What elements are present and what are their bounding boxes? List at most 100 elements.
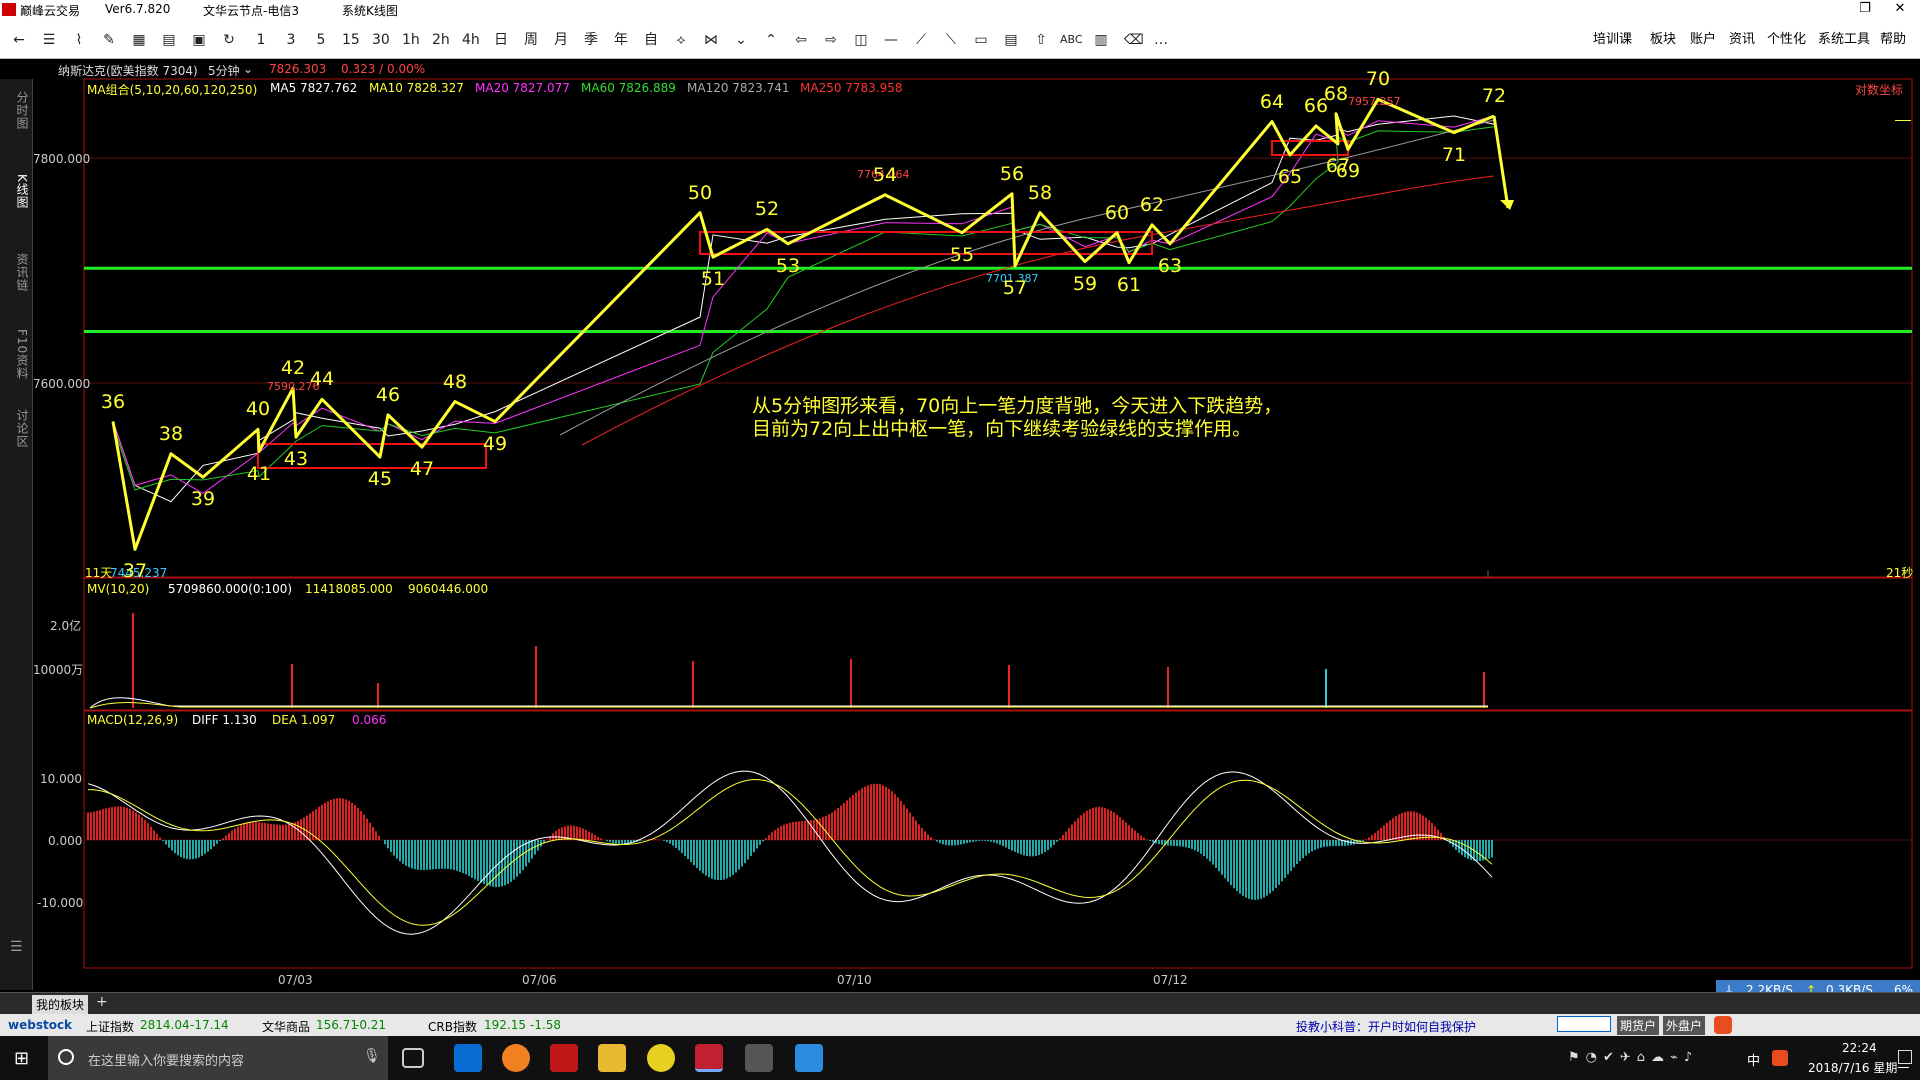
wave-label-55: 55 [949, 243, 975, 266]
ma10-label: MA10 7828.327 [369, 81, 464, 95]
add-tab-button[interactable]: + [96, 994, 108, 1010]
wave-label-69: 69 [1335, 160, 1361, 183]
ma5-label: MA5 7827.762 [270, 81, 358, 95]
wave-label-59: 59 [1072, 272, 1098, 295]
mark-7957: 7957.257 [1348, 95, 1401, 108]
sogou-ime-icon[interactable] [1714, 1016, 1732, 1034]
calculator-icon[interactable] [745, 1044, 773, 1072]
ma20-label: MA20 7827.077 [475, 81, 570, 95]
notice-text[interactable]: 投教小科普：开户时如何自我保护 [1296, 1018, 1476, 1035]
search-placeholder: 在这里输入你要搜索的内容 [88, 1054, 245, 1069]
volume-ma20-line [89, 701, 1488, 709]
index-value-2: 192.15 [484, 1018, 526, 1032]
ma-marker-dash [1895, 120, 1911, 121]
wave-label-47: 47 [409, 458, 435, 481]
windows-start-icon[interactable]: ⊞ [14, 1050, 32, 1068]
wave-label-61: 61 [1116, 273, 1142, 296]
date-tick-0712: 07/12 [1153, 973, 1188, 987]
wave-label-36: 36 [100, 390, 126, 413]
ime-indicator[interactable]: 中 [1747, 1050, 1760, 1069]
index-value-1: 156.71 [316, 1018, 358, 1032]
microphone-icon[interactable]: 🎙 [363, 1048, 381, 1064]
secs-label: 21秒 [1886, 566, 1914, 580]
wave-label-41: 41 [246, 462, 272, 485]
clock-time[interactable]: 22:24 [1842, 1041, 1877, 1055]
wave-label-49: 49 [482, 432, 508, 455]
trading-app-icon[interactable] [695, 1044, 723, 1072]
date-tick-0710: 07/10 [837, 973, 872, 987]
volume-tick-1e8: 10000万 [33, 663, 84, 677]
bottom-tabs: 我的板块 + [0, 992, 1920, 1014]
futures-account-button[interactable]: 期货户 [1617, 1016, 1660, 1035]
volume-v2: 11418085.000 [305, 582, 393, 596]
wave-strokes [111, 97, 1514, 551]
wave-label-68: 68 [1323, 82, 1349, 105]
code-input[interactable] [1557, 1016, 1611, 1032]
wave-label-64: 64 [1259, 90, 1285, 113]
wps-icon[interactable] [795, 1044, 823, 1072]
macd-dea: DEA 1.097 [272, 713, 336, 727]
tray-icons[interactable]: ⚑◔✔✈⌂☁⌁♪ [1568, 1050, 1698, 1065]
analysis-annotation: 从5分钟图形来看，70向上一笔力度背驰，今天进入下跌趋势， 目前为72向上出中枢… [752, 395, 1352, 441]
date-tick-0706: 07/06 [522, 973, 557, 987]
volume-tick-2e8: 2.0亿 [50, 619, 82, 633]
price-tick-7800: 7800.000 [33, 152, 91, 166]
wave-label-51: 51 [700, 268, 726, 291]
task-view-icon[interactable] [402, 1048, 424, 1068]
wave-label-71: 71 [1441, 143, 1467, 166]
volume-legend-name[interactable]: MV(10,20) [87, 582, 149, 596]
index-name-0[interactable]: 上证指数 [86, 1018, 134, 1035]
ma-legend-name[interactable]: MA组合(5,10,20,60,120,250) [87, 81, 257, 98]
forecast-arrow-line [1492, 115, 1510, 209]
date-tick-0703: 07/03 [278, 973, 313, 987]
brand-logo: webstock [8, 1018, 73, 1032]
index-chg-1: -0.21 [355, 1018, 387, 1032]
app-yellow-icon[interactable] [647, 1044, 675, 1072]
wave-label-39: 39 [190, 488, 216, 511]
volume-v3: 9060446.000 [408, 582, 489, 596]
wave-label-54: 54 [872, 163, 898, 186]
volume-ma10-line [89, 697, 1488, 709]
wave-label-56: 56 [999, 162, 1025, 185]
tab-my-sectors[interactable]: 我的板块 [32, 995, 89, 1014]
wave-label-57: 57 [1002, 277, 1028, 299]
app-orange-icon[interactable] [502, 1044, 530, 1072]
search-box[interactable]: 在这里输入你要搜索的内容 🎙 [48, 1036, 388, 1080]
wave-label-72: 72 [1481, 85, 1507, 107]
annotation-line-2: 目前为72向上出中枢一笔，向下继续考验绿线的支撑作用。 [752, 418, 1252, 440]
file-explorer-icon[interactable] [598, 1044, 626, 1072]
edge-browser-icon[interactable] [454, 1044, 482, 1072]
macd-histogram [87, 783, 1493, 900]
annotation-line-1: 从5分钟图形来看，70向上一笔力度背驰，今天进入下跌趋势， [752, 395, 1283, 417]
wave-label-58: 58 [1027, 181, 1053, 204]
notification-icon[interactable] [1898, 1050, 1912, 1064]
macd-tick-neg10: -10.000 [37, 896, 84, 910]
index-name-1[interactable]: 文华商品 [262, 1018, 310, 1035]
macd-tick-0: 0.000 [48, 834, 83, 848]
volume-bars [89, 613, 1488, 709]
wave-label-42: 42 [280, 357, 306, 380]
wave-label-52: 52 [754, 198, 780, 221]
log-coord-toggle[interactable]: 对数坐标 [1855, 81, 1903, 98]
macd-legend-name[interactable]: MACD(12,26,9) [87, 713, 178, 727]
index-chg-0: -17.14 [190, 1018, 229, 1032]
wave-label-63: 63 [1157, 254, 1183, 277]
index-chg-2: -1.58 [530, 1018, 562, 1032]
wave-label-43: 43 [283, 448, 309, 471]
index-value-0: 2814.04 [140, 1018, 190, 1032]
sogou-tray-icon[interactable] [1772, 1050, 1788, 1066]
index-name-2[interactable]: CRB指数 [428, 1018, 477, 1035]
days-label: 11天 [85, 566, 113, 580]
ma250-label: MA250 7783.958 [800, 81, 903, 95]
price-pane-frame [83, 78, 1913, 578]
macd-diff: DIFF 1.130 [192, 713, 257, 727]
forex-account-button[interactable]: 外盘户 [1663, 1016, 1706, 1035]
wave-label-62: 62 [1139, 193, 1165, 216]
wave-label-38: 38 [158, 422, 184, 445]
macd-tick-10: 10.000 [40, 772, 82, 786]
clock-date[interactable]: 2018/7/16 星期一 [1808, 1059, 1909, 1076]
wave-label-37: 37 [122, 560, 148, 583]
app-red-icon[interactable] [550, 1044, 578, 1072]
volume-v1: 5709860.000(0:100) [168, 582, 293, 596]
kline-chart[interactable] [0, 0, 1920, 1080]
